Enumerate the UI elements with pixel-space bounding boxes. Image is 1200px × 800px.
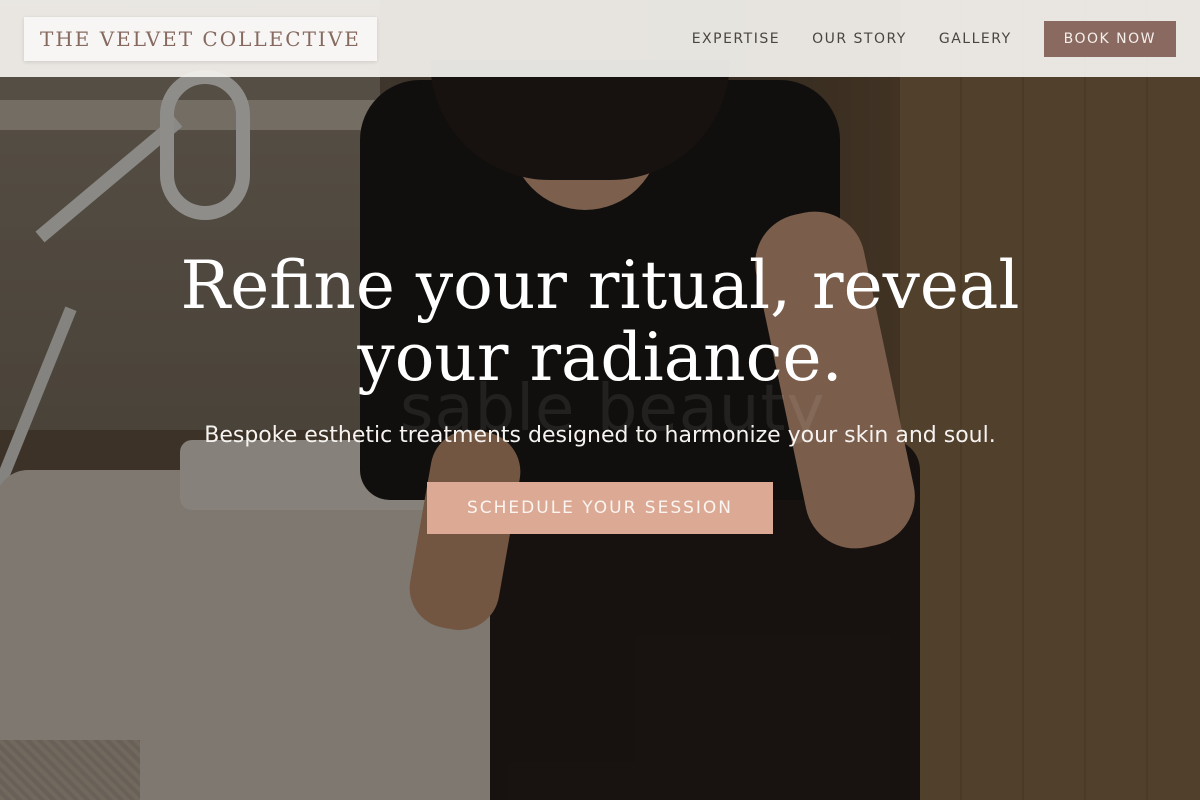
hero-headline: Refine your ritual, reveal your radiance… bbox=[180, 247, 1020, 396]
site-header: THE VELVET COLLECTIVE EXPERTISE OUR STOR… bbox=[0, 0, 1200, 77]
hero-content: Refine your ritual, reveal your radiance… bbox=[180, 250, 1020, 534]
schedule-session-button[interactable]: SCHEDULE YOUR SESSION bbox=[426, 482, 774, 534]
nav-link-our-story[interactable]: OUR STORY bbox=[812, 31, 907, 47]
hero-subheadline: Bespoke esthetic treatments designed to … bbox=[204, 423, 996, 448]
nav-link-gallery[interactable]: GALLERY bbox=[939, 31, 1012, 47]
nav-link-expertise[interactable]: EXPERTISE bbox=[692, 31, 780, 47]
book-now-button[interactable]: BOOK NOW bbox=[1043, 20, 1176, 57]
main-nav: EXPERTISE OUR STORY GALLERY BOOK NOW bbox=[660, 20, 1176, 57]
brand-logo[interactable]: THE VELVET COLLECTIVE bbox=[24, 16, 377, 61]
